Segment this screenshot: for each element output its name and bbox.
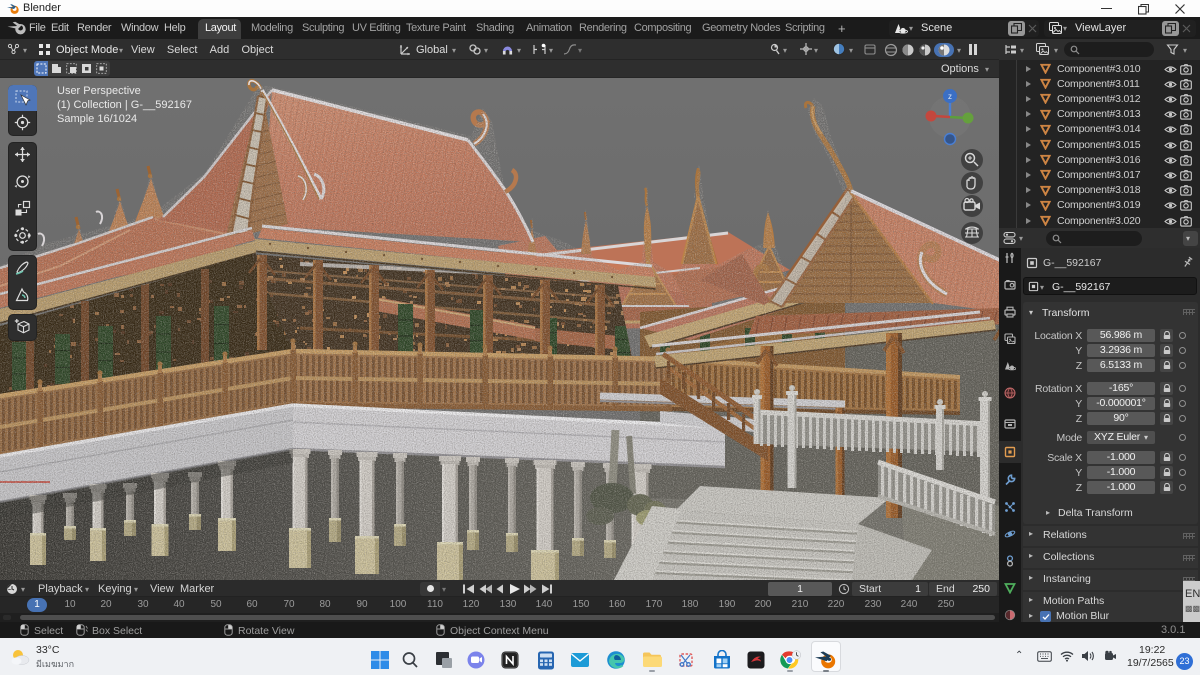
svg-text:z: z xyxy=(948,92,952,101)
